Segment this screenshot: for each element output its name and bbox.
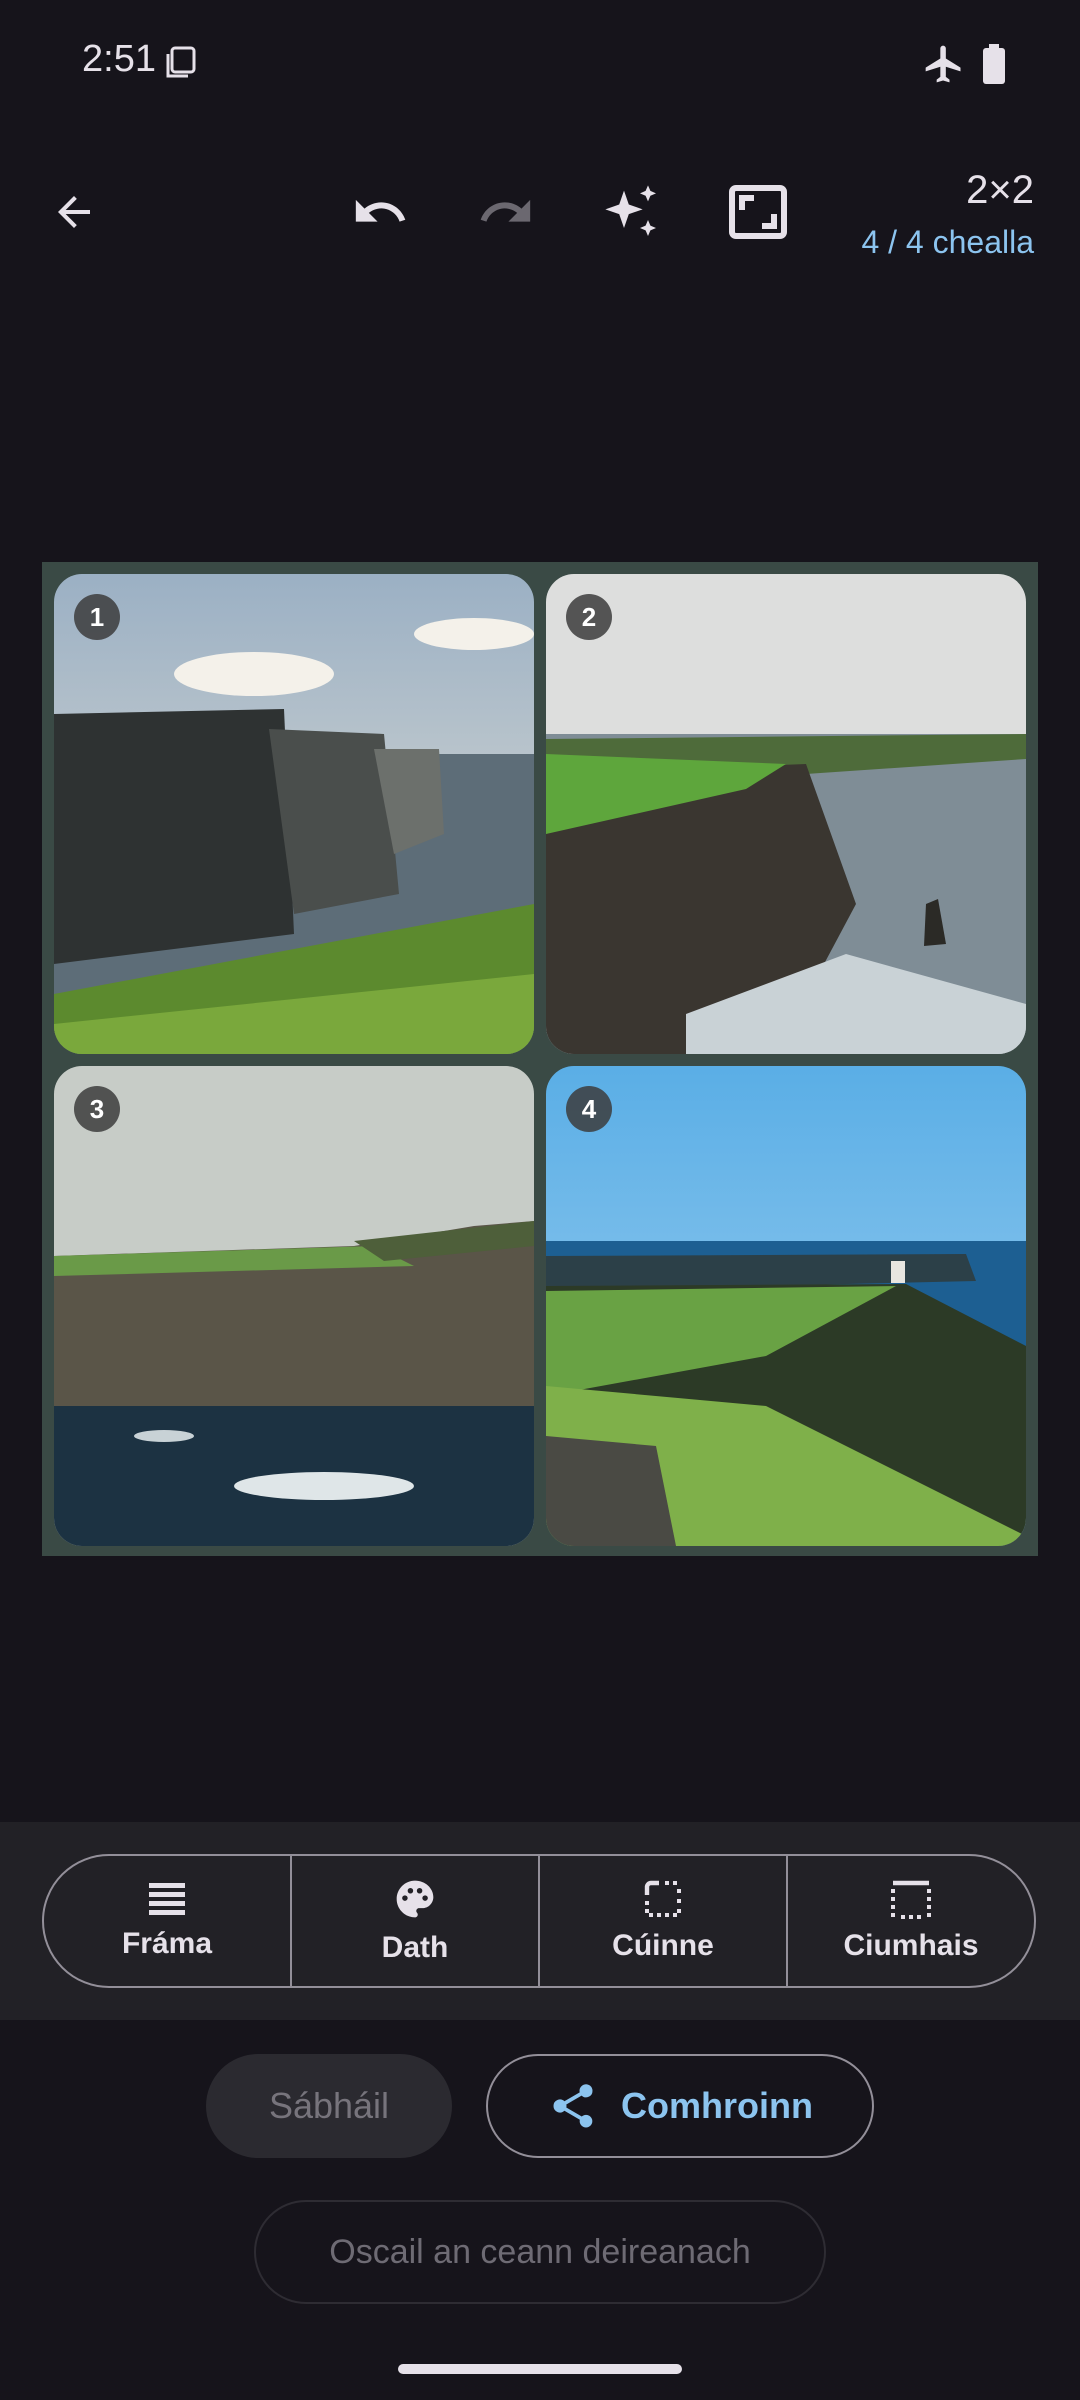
- tool-corner-button[interactable]: Cúinne: [540, 1856, 788, 1986]
- status-time: 2:51: [82, 38, 156, 80]
- save-button[interactable]: Sábháil: [206, 2054, 452, 2158]
- cell-number-badge: 4: [566, 1086, 612, 1132]
- cells-count-label: 4 / 4 chealla: [861, 224, 1034, 260]
- collage-cell-2[interactable]: 2: [546, 574, 1026, 1054]
- collage-cell-4[interactable]: 4: [546, 1066, 1026, 1546]
- border-icon: [891, 1880, 931, 1919]
- undo-icon: [355, 199, 406, 222]
- battery-icon: [982, 44, 1006, 84]
- tool-color-label: Dath: [381, 1931, 449, 1964]
- collage-cell-3[interactable]: 3: [54, 1066, 534, 1546]
- airplane-mode-icon: [922, 42, 966, 86]
- tool-frame-label: Fráma: [121, 1927, 213, 1960]
- undo-button[interactable]: [340, 172, 420, 252]
- sim-card-icon: [166, 46, 196, 78]
- cliff-photo-4: [546, 1066, 1026, 1546]
- frame-lines-icon: [149, 1883, 185, 1915]
- palette-icon: [396, 1880, 434, 1918]
- cliff-photo-1: [54, 574, 534, 1054]
- home-gesture-bar[interactable]: [398, 2364, 682, 2374]
- open-last-button[interactable]: Oscail an ceann deireanach: [254, 2200, 826, 2304]
- cell-number-badge: 2: [566, 594, 612, 640]
- fit-frame-button[interactable]: [718, 172, 798, 252]
- tool-frame-button[interactable]: Fráma: [44, 1856, 292, 1986]
- magic-sparkle-icon: [605, 185, 656, 236]
- cell-number-badge: 1: [74, 594, 120, 640]
- tool-border-button[interactable]: Ciumhais: [788, 1856, 1034, 1986]
- share-icon: [553, 2084, 593, 2128]
- tool-color-button[interactable]: Dath: [292, 1856, 540, 1986]
- cell-number-badge: 3: [74, 1086, 120, 1132]
- cliff-photo-2: [546, 574, 1026, 1054]
- grid-size-label: 2×2: [966, 168, 1034, 212]
- share-button[interactable]: Comhroinn: [486, 2054, 874, 2158]
- cliff-photo-3: [54, 1066, 534, 1546]
- tool-border-label: Ciumhais: [843, 1929, 979, 1962]
- back-arrow-icon: [58, 196, 90, 228]
- auto-enhance-button[interactable]: [592, 172, 672, 252]
- redo-button[interactable]: [466, 172, 546, 252]
- redo-icon: [480, 199, 531, 222]
- share-label: Comhroinn: [621, 2085, 813, 2126]
- tool-segmented-control: Fráma Dath Cúinne Ciumhais: [42, 1854, 1036, 1988]
- tool-corner-label: Cúinne: [612, 1929, 714, 1962]
- back-button[interactable]: [34, 172, 114, 252]
- collage-canvas: 1 2 3 4: [42, 562, 1038, 1556]
- fit-frame-icon: [729, 185, 787, 239]
- collage-cell-1[interactable]: 1: [54, 574, 534, 1054]
- corner-icon: [644, 1880, 681, 1917]
